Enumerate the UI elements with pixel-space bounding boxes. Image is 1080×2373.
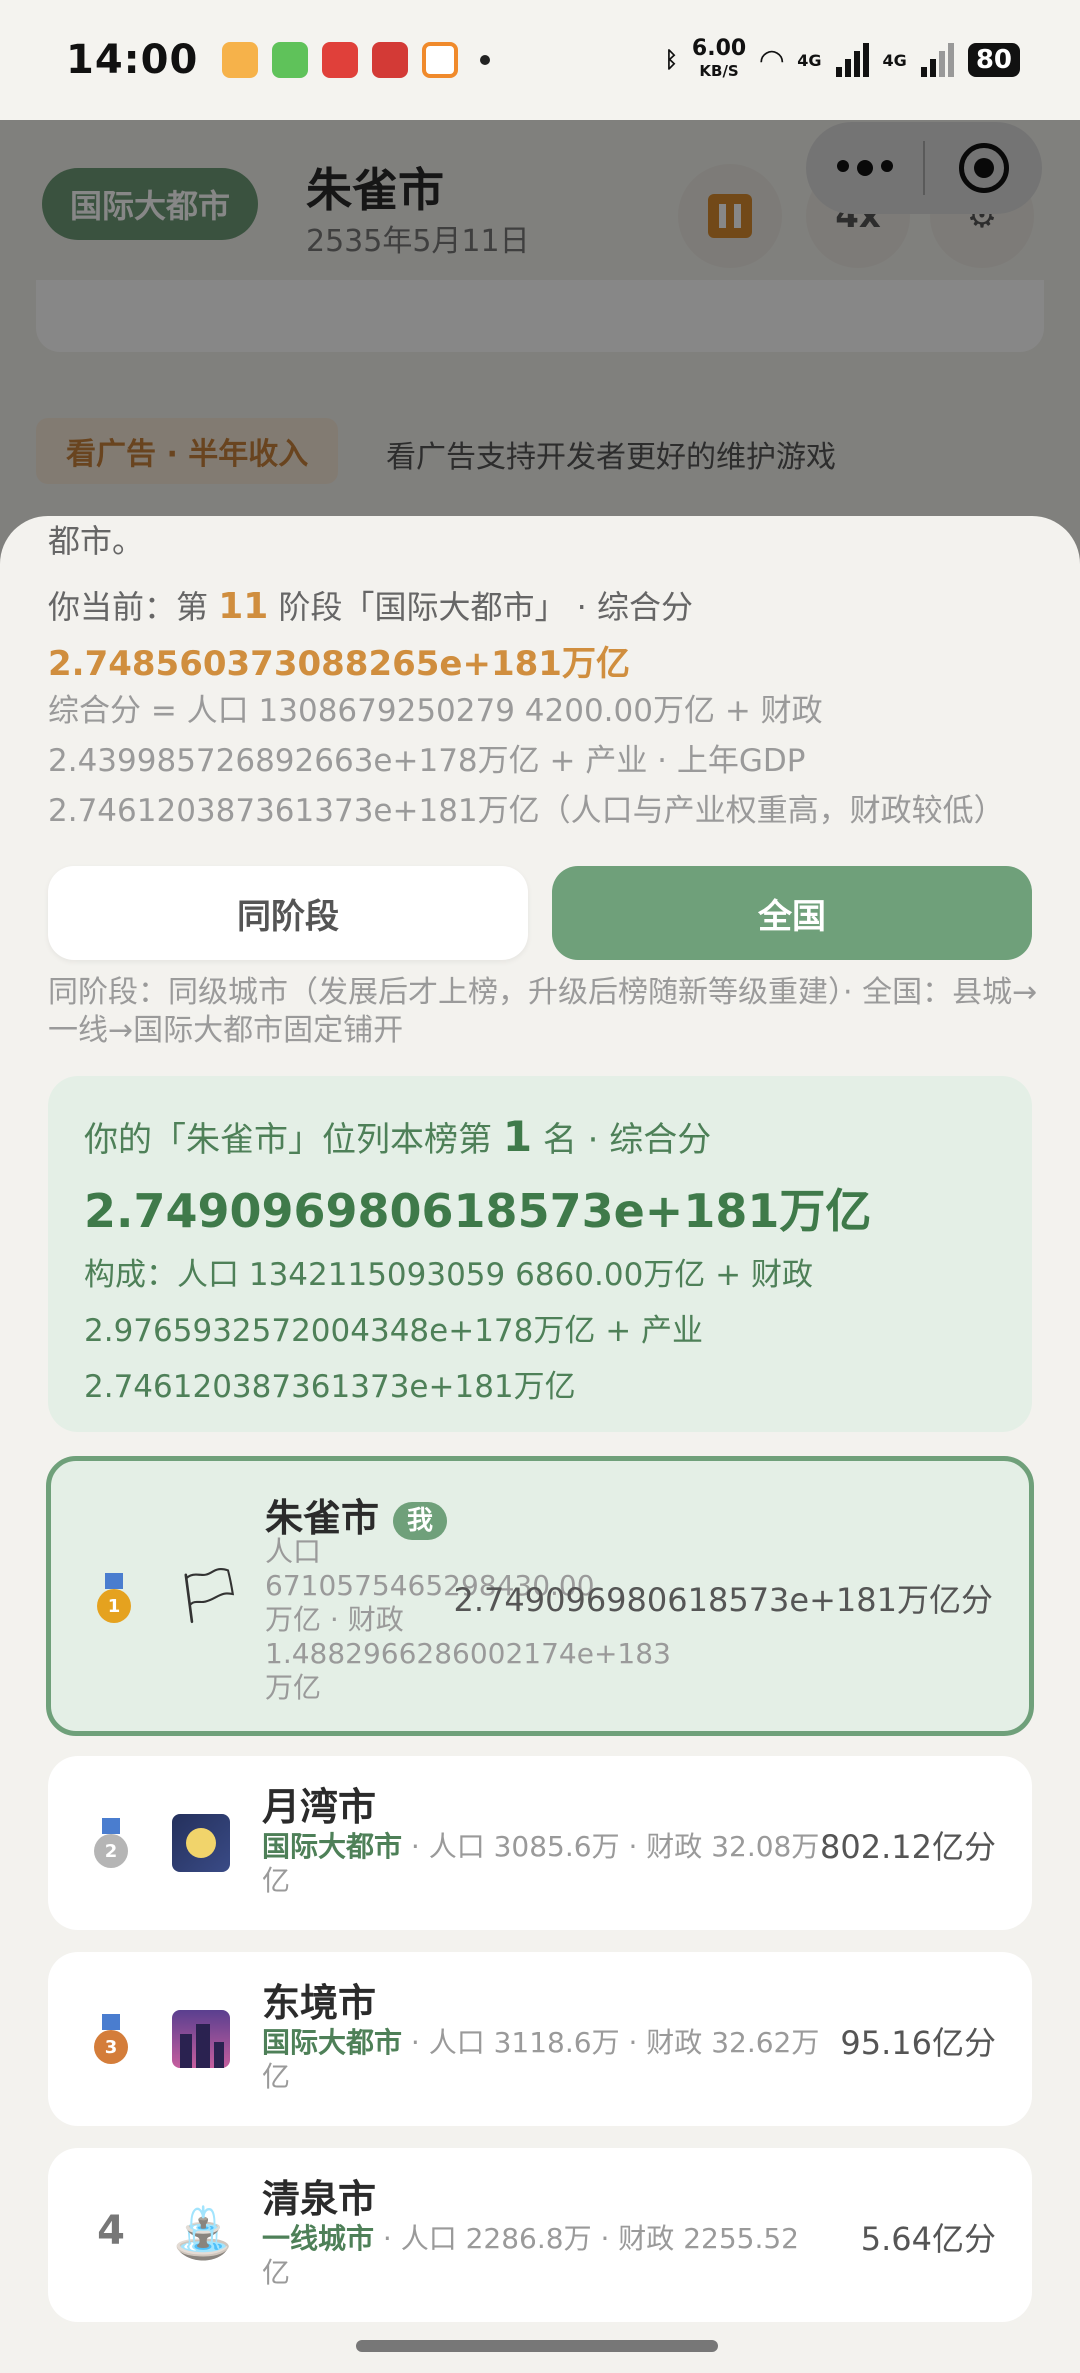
net-speed: 6.00 KB/S bbox=[691, 36, 747, 81]
my-rank-number: 1 bbox=[502, 1112, 533, 1161]
current-stage: 你当前：第 11 阶段「国际大都市」 · 综合分 bbox=[48, 586, 693, 627]
wechat-app-icon bbox=[272, 42, 309, 78]
city-night-icon bbox=[172, 2010, 230, 2068]
city-score: 95.16亿分 bbox=[840, 2024, 996, 2062]
city-name: 东境市 bbox=[262, 1981, 377, 2025]
more-notifications-icon bbox=[480, 55, 491, 65]
rank-number: 4 bbox=[97, 2208, 125, 2254]
video-app-icon bbox=[222, 42, 259, 78]
stage-number: 11 bbox=[218, 586, 269, 627]
ranking-sheet: 都市。 你当前：第 11 阶段「国际大都市」 · 综合分 2.748560373… bbox=[0, 516, 1080, 2373]
fountain-icon: ⛲ bbox=[172, 2204, 235, 2262]
signal-label-2: 4G bbox=[882, 50, 907, 70]
shop-app-icon bbox=[322, 42, 359, 78]
ride-app-icon bbox=[422, 42, 459, 78]
tab-same-stage[interactable]: 同阶段 bbox=[48, 866, 528, 960]
tab-national[interactable]: 全国 bbox=[552, 866, 1032, 960]
signal-label-1: 4G bbox=[797, 50, 822, 70]
city-stats: 国际大都市 · 人口 3085.6万 · 财政 32.08万亿 bbox=[262, 1830, 820, 1897]
city-stats: 国际大都市 · 人口 3118.6万 · 财政 32.62万亿 bbox=[262, 2026, 820, 2093]
news-app-icon bbox=[372, 42, 409, 78]
city-score: 2.749096980618573e+181万亿分 bbox=[453, 1581, 993, 1619]
city-name: 朱雀市我 bbox=[265, 1487, 448, 1542]
city-score: 5.64亿分 bbox=[860, 2220, 996, 2258]
cut-text: 都市。 bbox=[48, 522, 145, 560]
signal-icon bbox=[835, 43, 869, 77]
moon-bay-icon bbox=[172, 1814, 230, 1872]
wifi-icon: ◠ bbox=[760, 42, 784, 78]
bluetooth-icon: ᛒ bbox=[664, 47, 678, 73]
battery-icon: 80 bbox=[967, 43, 1020, 77]
ranking-row-3[interactable]: 3 东境市 国际大都市 · 人口 3118.6万 · 财政 32.62万亿 95… bbox=[48, 1952, 1032, 2126]
city-stats: 一线城市 · 人口 2286.8万 · 财政 2255.52亿 bbox=[262, 2222, 799, 2289]
tab-note: 同阶段：同级城市（发展后才上榜，升级后榜随新等级重建）· 全国：县城→一线→国际… bbox=[48, 975, 1038, 1048]
city-name: 月湾市 bbox=[262, 1785, 377, 1829]
city-name: 清泉市 bbox=[262, 2177, 377, 2221]
white-flag-icon: 🏳 bbox=[175, 1564, 244, 1627]
my-rank-line: 你的「朱雀市」位列本榜第 1 名 · 综合分 bbox=[84, 1112, 712, 1161]
signal-icon-2 bbox=[920, 43, 954, 77]
score-formula: 综合分 = 人口 1308679250279 4200.00万亿 + 财政 2.… bbox=[48, 693, 1005, 829]
composite-score: 2.748560373088265e+181万亿 bbox=[48, 644, 630, 684]
status-time: 14:00 bbox=[66, 37, 199, 83]
ranking-row-4[interactable]: 4 ⛲ 清泉市 一线城市 · 人口 2286.8万 · 财政 2255.52亿 … bbox=[48, 2148, 1032, 2322]
ranking-row-1[interactable]: 1 🏳 朱雀市我 人口 6710575465298430.00万亿 · 财政 1… bbox=[46, 1456, 1034, 1736]
status-bar: 14:00 ᛒ 6.00 KB/S ◠ 4G 4G 80 bbox=[0, 0, 1080, 120]
gold-medal-icon: 1 bbox=[97, 1573, 131, 1623]
silver-medal-icon: 2 bbox=[94, 1818, 128, 1868]
my-composition: 构成：人口 1342115093059 6860.00万亿 + 财政 2.976… bbox=[84, 1257, 813, 1405]
my-score: 2.749096980618573e+181万亿 bbox=[84, 1184, 872, 1238]
ranking-row-2[interactable]: 2 月湾市 国际大都市 · 人口 3085.6万 · 财政 32.08万亿 80… bbox=[48, 1756, 1032, 1930]
me-badge: 我 bbox=[393, 1501, 448, 1540]
home-indicator[interactable] bbox=[356, 2340, 718, 2352]
bronze-medal-icon: 3 bbox=[94, 2014, 128, 2064]
notification-icons bbox=[222, 42, 491, 78]
city-score: 802.12亿分 bbox=[820, 1828, 996, 1866]
my-rank-card: 你的「朱雀市」位列本榜第 1 名 · 综合分 2.749096980618573… bbox=[48, 1076, 1032, 1432]
